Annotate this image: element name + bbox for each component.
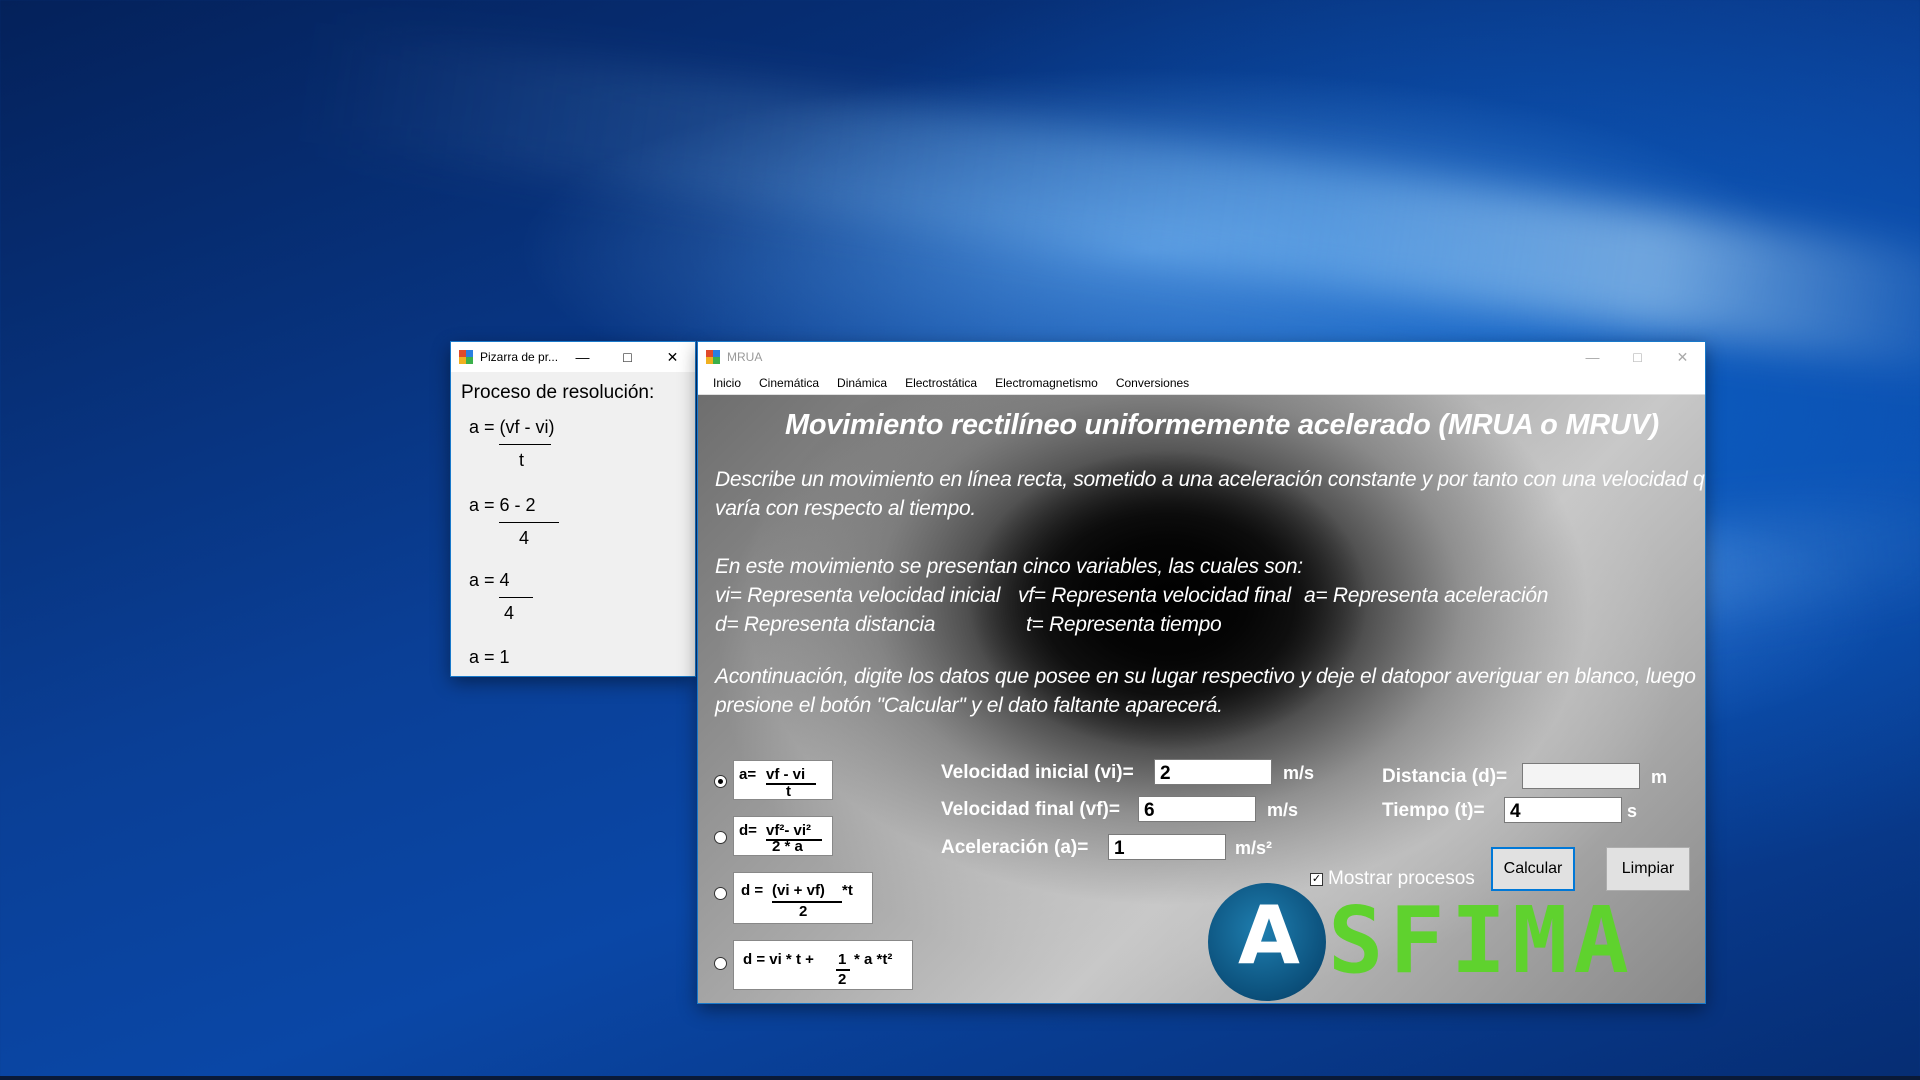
mrua-titlebar[interactable]: MRUA — □ ✕ (698, 342, 1705, 372)
formula-d3-numerator: 1 (838, 951, 847, 968)
instructions-line-2: presione el botón "Calcular" y el dato f… (715, 694, 1223, 717)
menu-inicio[interactable]: Inicio (704, 376, 750, 390)
close-button[interactable]: ✕ (1660, 342, 1705, 372)
app-icon (706, 350, 720, 364)
vi-unit: m/s (1283, 763, 1315, 783)
page-title: Movimiento rectilíneo uniformemente acel… (785, 409, 1659, 441)
sfima-logo-letter: A (1238, 889, 1300, 982)
app-icon (459, 350, 473, 364)
step-1-numerator: a = (vf - vi) (469, 417, 555, 437)
maximize-button[interactable]: □ (605, 342, 650, 372)
wallpaper-light-beam (299, 22, 1920, 378)
menu-electrostatica[interactable]: Electrostática (896, 376, 986, 390)
t-input[interactable]: 4 (1504, 797, 1622, 823)
formula-d2-denominator: 2 (799, 903, 808, 920)
step-3-denominator: 4 (504, 603, 515, 623)
var-vi: vi= Representa velocidad inicial (715, 584, 1001, 607)
step-1-denominator: t (519, 450, 525, 470)
vf-input[interactable]: 6 (1138, 796, 1256, 822)
formula-a-left: a= (739, 766, 757, 783)
menu-electromagnetismo[interactable]: Electromagnetismo (986, 376, 1107, 390)
t-unit: s (1627, 801, 1638, 821)
pizarra-body: Proceso de resolución: (451, 382, 695, 404)
formula-d3-box: d = vi * t + 1 2 * a *t² (733, 940, 913, 990)
formula-d3-right: * a *t² (854, 951, 893, 968)
step-3-fraction-bar (499, 597, 533, 598)
sfima-logo-text: SFIMA (1328, 887, 1635, 994)
minimize-button[interactable]: — (1570, 342, 1615, 372)
taskbar-edge (0, 1076, 1920, 1080)
pizarra-title: Pizarra de pr... (480, 350, 559, 364)
limpiar-button[interactable]: Limpiar (1606, 847, 1690, 891)
step-2-numerator: a = 6 - 2 (469, 495, 536, 515)
step-2-fraction-bar (499, 522, 559, 523)
content-panel: Movimiento rectilíneo uniformemente acel… (698, 395, 1705, 1003)
mostrar-procesos-checkbox[interactable]: ✓ (1310, 873, 1323, 886)
d-input[interactable] (1522, 763, 1640, 789)
formula-radio-d1[interactable] (714, 831, 727, 844)
a-label: Aceleración (a)= (941, 837, 1089, 858)
a-unit: m/s² (1235, 838, 1273, 858)
step-4-result: a = 1 (469, 647, 510, 667)
menu-conversiones[interactable]: Conversiones (1107, 376, 1198, 390)
t-label: Tiempo (t)= (1382, 800, 1485, 821)
instructions-line-1: Acontinuación, digite los datos que pose… (715, 665, 1696, 688)
mrua-window[interactable]: MRUA — □ ✕ Inicio Cinemática Dinámica El… (698, 342, 1705, 1003)
vf-unit: m/s (1267, 800, 1299, 820)
formula-a-denominator: t (786, 783, 791, 800)
d-label: Distancia (d)= (1382, 766, 1508, 787)
d-unit: m (1651, 767, 1668, 787)
var-t: t= Representa tiempo (1026, 613, 1222, 636)
vf-label: Velocidad final (vf)= (941, 799, 1120, 820)
formula-a-numerator: vf - vi (766, 766, 806, 783)
formula-d3-denominator: 2 (838, 971, 847, 988)
formula-radio-a[interactable] (714, 775, 727, 788)
pizarra-titlebar[interactable]: Pizarra de pr... — □ ✕ (451, 342, 695, 372)
variables-intro: En este movimiento se presentan cinco va… (715, 555, 1303, 578)
close-button[interactable]: ✕ (650, 342, 695, 372)
menu-cinematica[interactable]: Cinemática (750, 376, 828, 390)
formula-a-box: a= vf - vi t (733, 760, 833, 800)
formula-d1-left: d= (739, 822, 757, 839)
formula-radio-d2[interactable] (714, 887, 727, 900)
pizarra-window[interactable]: Pizarra de pr... — □ ✕ Proceso de resolu… (451, 342, 695, 676)
formula-d2-box: d = (vi + vf) *t 2 (733, 872, 873, 924)
minimize-button[interactable]: — (560, 342, 605, 372)
vi-input[interactable]: 2 (1154, 759, 1272, 785)
menu-dinamica[interactable]: Dinámica (828, 376, 896, 390)
formula-d1-box: d= vf²- vi² 2 * a (733, 816, 833, 856)
formula-a-bar (766, 783, 816, 785)
mrua-title: MRUA (727, 350, 763, 364)
formula-d2-right: *t (842, 882, 853, 899)
step-3-numerator: a = 4 (469, 570, 510, 590)
var-vf: vf= Representa velocidad final (1018, 584, 1291, 607)
vi-label: Velocidad inicial (vi)= (941, 762, 1134, 783)
maximize-button[interactable]: □ (1615, 342, 1660, 372)
formula-d3-left: d = vi * t + (743, 951, 814, 968)
menu-bar: Inicio Cinemática Dinámica Electrostátic… (698, 372, 1705, 395)
a-input[interactable]: 1 (1108, 834, 1226, 860)
var-d: d= Representa distancia (715, 613, 936, 636)
calcular-button[interactable]: Calcular (1491, 847, 1575, 891)
var-a: a= Representa aceleración (1304, 584, 1549, 607)
description-line-1: Describe un movimiento en línea recta, s… (715, 468, 1705, 491)
formula-d1-numerator: vf²- vi² (766, 822, 811, 839)
pizarra-heading: Proceso de resolución: (461, 382, 655, 403)
formula-d2-left: d = (741, 882, 764, 899)
formula-radio-d3[interactable] (714, 957, 727, 970)
step-2-denominator: 4 (519, 528, 530, 548)
step-1-fraction-bar (499, 444, 551, 445)
formula-d2-numerator: (vi + vf) (772, 882, 825, 899)
description-line-2: varía con respecto al tiempo. (715, 497, 976, 520)
formula-d1-denominator: 2 * a (772, 838, 803, 855)
